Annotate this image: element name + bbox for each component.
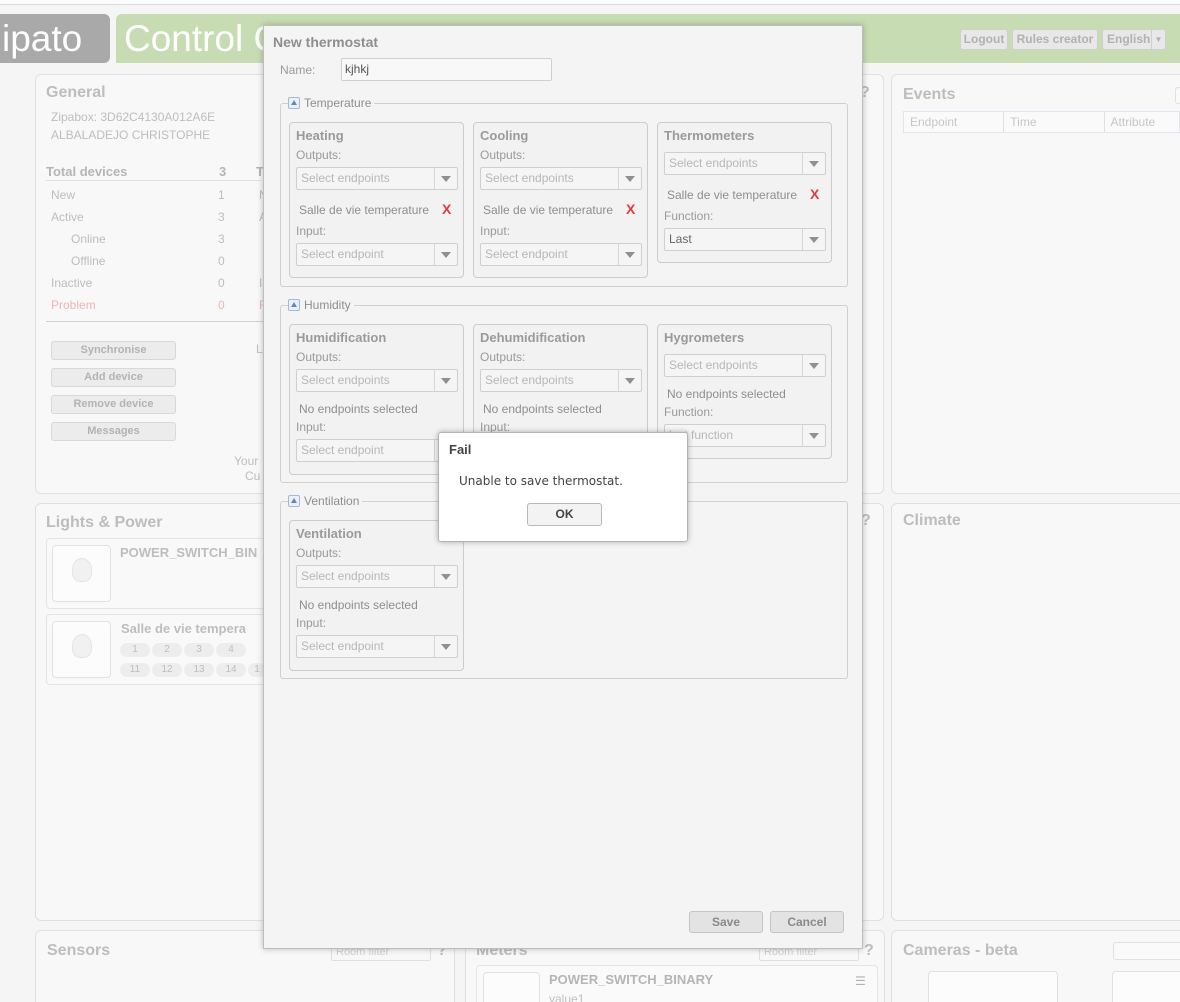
humidity-legend-text: Humidity <box>304 298 351 312</box>
chevron-down-icon <box>434 168 457 189</box>
select-placeholder: Select endpoint <box>485 247 568 261</box>
temperature-legend-text: Temperature <box>304 96 372 110</box>
humidity-legend[interactable]: Humidity <box>288 298 354 312</box>
thermometers-select[interactable]: Select endpoints <box>664 152 826 175</box>
select-placeholder: Select endpoints <box>485 171 574 185</box>
chevron-down-icon <box>434 244 457 265</box>
alert-message: Unable to save thermostat. <box>459 474 623 488</box>
chevron-down-icon <box>618 244 641 265</box>
outputs-label: Outputs: <box>480 148 526 162</box>
chevron-down-icon <box>618 370 641 391</box>
outputs-label: Outputs: <box>296 350 342 364</box>
selected-endpoint: Salle de vie temperature <box>667 188 798 202</box>
save-button[interactable]: Save <box>689 911 763 933</box>
outputs-label: Outputs: <box>296 148 342 162</box>
select-placeholder: Select endpoints <box>669 358 758 372</box>
hygrometers-select[interactable]: Select endpoints <box>664 354 826 377</box>
temperature-legend[interactable]: Temperature <box>288 96 375 110</box>
thermometers-card: Thermometers Select endpoints Salle de v… <box>657 122 832 263</box>
function-select[interactable]: Last <box>664 228 826 251</box>
remove-x-icon[interactable]: X <box>626 201 635 217</box>
chevron-down-icon <box>802 153 825 174</box>
remove-x-icon[interactable]: X <box>810 186 819 202</box>
chevron-down-icon <box>802 425 825 446</box>
select-value: Last <box>669 232 692 246</box>
chevron-down-icon <box>618 168 641 189</box>
select-placeholder: Select endpoints <box>485 373 574 387</box>
no-endpoints-text: No endpoints selected <box>667 387 786 401</box>
no-endpoints-text: No endpoints selected <box>483 402 602 416</box>
name-label: Name: <box>280 63 316 77</box>
alert-title: Fail <box>449 442 472 457</box>
ventilation-outputs-select[interactable]: Select endpoints <box>296 565 458 588</box>
chevron-down-icon <box>434 370 457 391</box>
ventilation-title: Ventilation <box>296 526 362 541</box>
heating-card: Heating Outputs: Select endpoints Salle … <box>289 122 464 278</box>
select-placeholder: Select endpoints <box>669 156 758 170</box>
cancel-button[interactable]: Cancel <box>770 911 844 933</box>
no-endpoints-text: No endpoints selected <box>299 402 418 416</box>
heating-input-select[interactable]: Select endpoint <box>296 243 458 266</box>
heating-title: Heating <box>296 128 344 143</box>
select-placeholder: Select endpoint <box>301 247 384 261</box>
ventilation-input-select[interactable]: Select endpoint <box>296 635 458 658</box>
dialog-title: New thermostat <box>273 34 379 50</box>
ventilation-card: Ventilation Outputs: Select endpoints No… <box>289 520 464 671</box>
collapse-icon[interactable] <box>288 299 300 311</box>
function-label: Function: <box>664 209 714 223</box>
chevron-down-icon <box>434 636 457 657</box>
thermometers-title: Thermometers <box>664 128 755 143</box>
select-placeholder: Select endpoint <box>301 443 384 457</box>
cooling-input-select[interactable]: Select endpoint <box>480 243 642 266</box>
humidification-outputs-select[interactable]: Select endpoints <box>296 369 458 392</box>
remove-x-icon[interactable]: X <box>442 201 451 217</box>
humidification-title: Humidification <box>296 330 387 345</box>
input-label: Input: <box>296 224 327 238</box>
cooling-outputs-select[interactable]: Select endpoints <box>480 167 642 190</box>
function-label: Function: <box>664 405 714 419</box>
input-label: Input: <box>296 616 327 630</box>
select-placeholder: Select endpoints <box>301 569 390 583</box>
chevron-down-icon <box>434 566 457 587</box>
fail-alert-dialog: Fail Unable to save thermostat. OK <box>438 432 688 542</box>
select-placeholder: Select endpoint <box>301 639 384 653</box>
ok-button[interactable]: OK <box>527 503 602 526</box>
dehumidification-title: Dehumidification <box>480 330 586 345</box>
selected-endpoint: Salle de vie temperature <box>299 203 430 217</box>
heating-outputs-select[interactable]: Select endpoints <box>296 167 458 190</box>
ventilation-legend-text: Ventilation <box>304 494 360 508</box>
outputs-label: Outputs: <box>296 546 342 560</box>
ventilation-legend[interactable]: Ventilation <box>288 494 363 508</box>
collapse-icon[interactable] <box>288 495 300 507</box>
select-placeholder: Select endpoints <box>301 171 390 185</box>
no-endpoints-text: No endpoints selected <box>299 598 418 612</box>
name-input[interactable]: kjhkj <box>341 58 552 81</box>
chevron-down-icon <box>802 229 825 250</box>
hygrometers-title: Hygrometers <box>664 330 745 345</box>
function-select[interactable]: lect function <box>664 424 826 447</box>
dehumidification-outputs-select[interactable]: Select endpoints <box>480 369 642 392</box>
selected-endpoint: Salle de vie temperature <box>483 203 614 217</box>
outputs-label: Outputs: <box>480 350 526 364</box>
chevron-down-icon <box>802 355 825 376</box>
cooling-card: Cooling Outputs: Select endpoints Salle … <box>473 122 648 278</box>
collapse-icon[interactable] <box>288 97 300 109</box>
input-label: Input: <box>480 224 511 238</box>
cooling-title: Cooling <box>480 128 529 143</box>
input-label: Input: <box>296 420 327 434</box>
humidification-input-select[interactable]: Select endpoint <box>296 439 458 462</box>
select-placeholder: Select endpoints <box>301 373 390 387</box>
